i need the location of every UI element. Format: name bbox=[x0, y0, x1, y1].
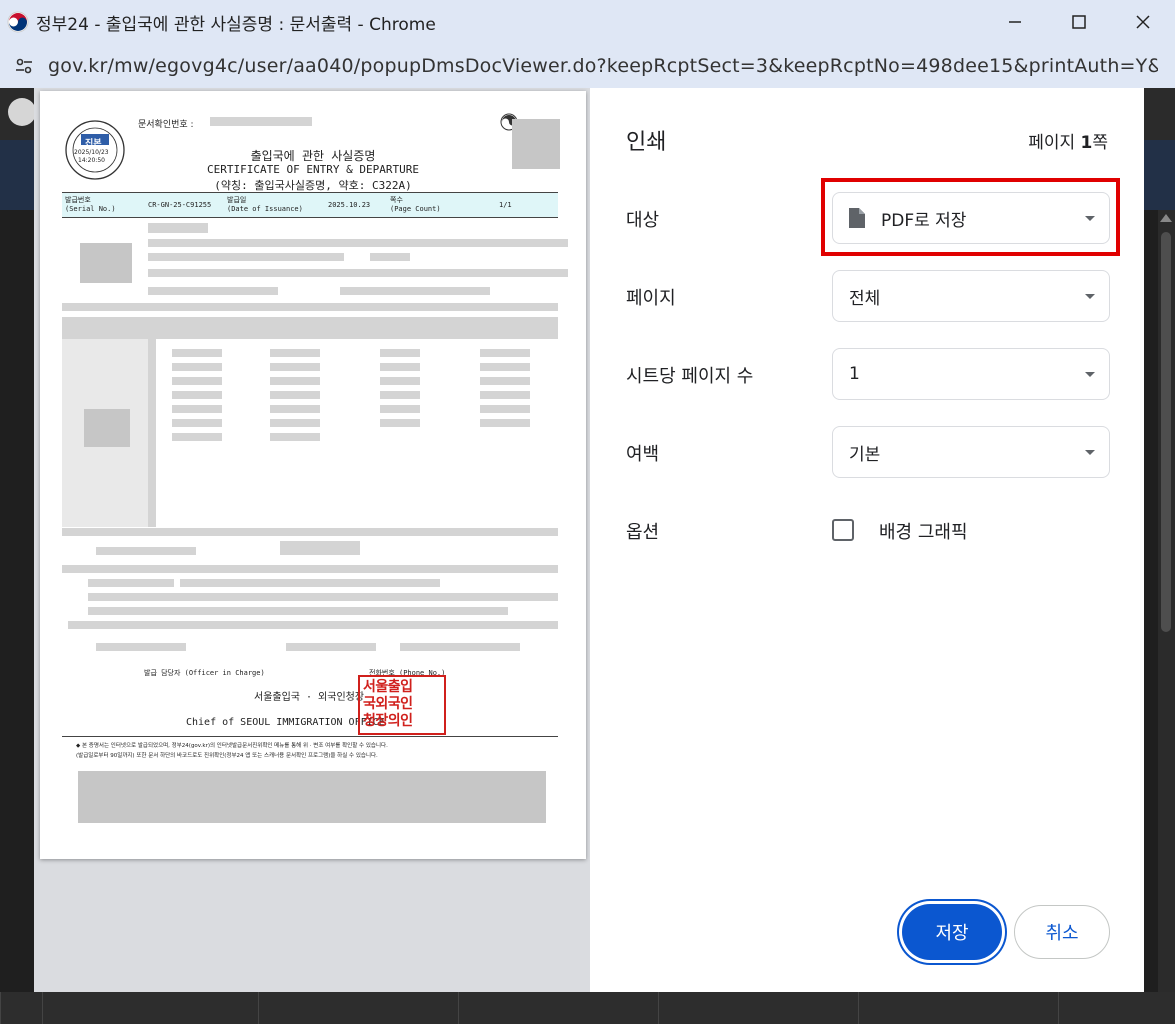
officer-label: 발급 담당자 (Officer in Charge) bbox=[144, 669, 265, 677]
page-count-value: 1/1 bbox=[499, 201, 512, 209]
certificate-title-en: CERTIFICATE OF ENTRY & DEPARTURE bbox=[207, 163, 419, 176]
minimize-icon bbox=[1009, 21, 1021, 23]
pages-per-sheet-value: 1 bbox=[849, 364, 860, 384]
close-icon bbox=[1136, 15, 1150, 29]
document-icon bbox=[849, 208, 865, 228]
serial-value: CR-GN-25-C91255 bbox=[148, 201, 212, 209]
background-graphics-checkbox[interactable] bbox=[832, 519, 854, 541]
destination-select[interactable]: PDF로 저장 bbox=[832, 192, 1110, 244]
print-settings-pane: 인쇄 페이지 1쪽 대상 PDF로 저장 페이지 전체 시트당 페이지 수 1 … bbox=[590, 88, 1144, 992]
destination-label: 대상 bbox=[626, 210, 660, 231]
margins-value: 기본 bbox=[849, 444, 881, 465]
close-window-button[interactable] bbox=[1111, 0, 1175, 44]
print-title: 인쇄 bbox=[626, 130, 667, 155]
government-logo-icon bbox=[7, 11, 29, 33]
scroll-up-icon[interactable] bbox=[1160, 214, 1172, 222]
window-title: 정부24 - 출입국에 관한 사실증명 : 문서출력 - Chrome bbox=[36, 14, 436, 35]
barcode bbox=[78, 771, 546, 823]
scrollbar-thumb[interactable] bbox=[1161, 232, 1171, 632]
official-seal: 서울출입 국외국인 청장의인 bbox=[358, 675, 446, 735]
maximize-button[interactable] bbox=[1047, 0, 1111, 44]
window-titlebar: 정부24 - 출입국에 관한 사실증명 : 문서출력 - Chrome bbox=[0, 0, 1175, 44]
minimize-button[interactable] bbox=[983, 0, 1047, 44]
url-text[interactable]: gov.kr/mw/egovg4c/user/aa040/popupDmsDoc… bbox=[48, 55, 1158, 77]
doc-number-label: 문서확인번호 : bbox=[138, 120, 194, 130]
pages-label: 페이지 bbox=[626, 288, 676, 309]
print-preview-pane: 진본 2025/10/23 14:20:50 문서확인번호 : 출입국에 관한 … bbox=[34, 88, 590, 992]
margins-select[interactable]: 기본 bbox=[832, 426, 1110, 478]
background-logo-icon bbox=[8, 98, 36, 126]
save-button[interactable]: 저장 bbox=[902, 904, 1002, 960]
chevron-down-icon bbox=[1085, 450, 1095, 455]
chevron-down-icon bbox=[1085, 294, 1095, 299]
destination-value: PDF로 저장 bbox=[881, 210, 967, 231]
page-count: 페이지 1쪽 bbox=[1028, 133, 1108, 153]
background-graphics-label[interactable]: 배경 그래픽 bbox=[879, 518, 968, 544]
pages-select[interactable]: 전체 bbox=[832, 270, 1110, 322]
notice-line-1: ◆ 본 증명서는 인터넷으로 발급되었으며, 정부24(gov.kr)의 인터넷… bbox=[76, 743, 388, 749]
pages-value: 전체 bbox=[849, 288, 881, 309]
background-page-footer bbox=[0, 992, 1175, 1024]
certificate-abbrev: (약칭: 출입국사실증명, 약호: C322A) bbox=[214, 179, 412, 192]
print-preview-page: 진본 2025/10/23 14:20:50 문서확인번호 : 출입국에 관한 … bbox=[40, 91, 586, 859]
cancel-button[interactable]: 취소 bbox=[1014, 905, 1110, 959]
maximize-icon bbox=[1072, 15, 1086, 29]
chevron-down-icon bbox=[1085, 216, 1095, 221]
print-dialog: 진본 2025/10/23 14:20:50 문서확인번호 : 출입국에 관한 … bbox=[34, 88, 1144, 992]
options-label: 옵션 bbox=[626, 522, 660, 543]
pages-per-sheet-label: 시트당 페이지 수 bbox=[626, 366, 754, 387]
tune-icon bbox=[16, 58, 32, 74]
office-name-en: Chief of SEOUL IMMIGRATION OFFICE bbox=[186, 717, 385, 728]
pages-per-sheet-select[interactable]: 1 bbox=[832, 348, 1110, 400]
margins-label: 여백 bbox=[626, 444, 660, 465]
certificate-title-ko: 출입국에 관한 사실증명 bbox=[250, 149, 376, 163]
chevron-down-icon bbox=[1085, 372, 1095, 377]
office-name-ko: 서울출입국 · 외국인청장 bbox=[254, 692, 365, 703]
notice-line-2: (발급일로부터 90일까지) 또한 문서 하단의 바코드로도 진위확인(정부24… bbox=[76, 753, 378, 759]
serial-info-table bbox=[62, 192, 558, 218]
address-bar: gov.kr/mw/egovg4c/user/aa040/popupDmsDoc… bbox=[0, 44, 1175, 88]
issue-date-value: 2025.10.23 bbox=[328, 201, 371, 209]
site-info-button[interactable] bbox=[8, 50, 40, 82]
